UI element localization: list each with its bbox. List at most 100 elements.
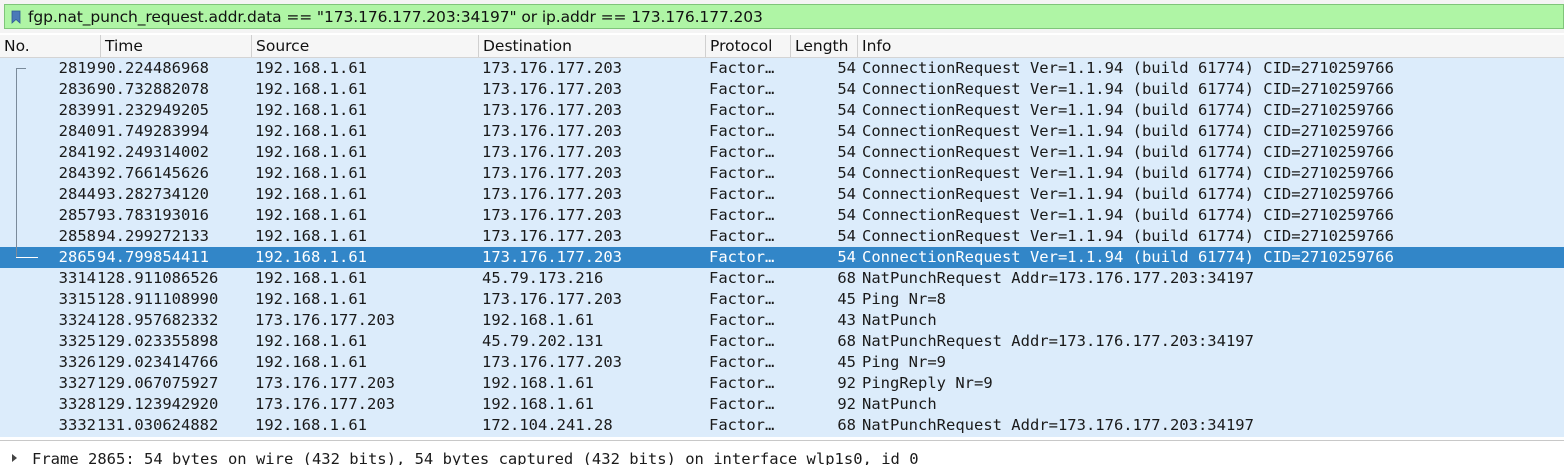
packet-row[interactable]: 3326 129.023414766 192.168.1.61 173.176.177… <box>0 352 1564 373</box>
column-header-no[interactable]: No. <box>0 35 101 57</box>
packet-number: 3324 <box>58 311 96 329</box>
packet-row[interactable]: 2840 91.749283994 192.168.1.61 173.176.177.… <box>0 121 1564 142</box>
frame-summary[interactable]: Frame 2865: 54 bytes on wire (432 bits),… <box>32 450 919 465</box>
packet-length: 54 <box>837 101 856 119</box>
packet-time: 94.299272133 <box>97 227 209 245</box>
packet-time: 94.799854411 <box>97 248 209 266</box>
display-filter-text: fgp.nat_punch_request.addr.data == "173.… <box>28 7 763 26</box>
packet-row[interactable]: 3324 128.957682332 173.176.177.203 192.168.… <box>0 310 1564 331</box>
packet-destination: 173.176.177.203 <box>482 143 622 161</box>
packet-row[interactable]: 2843 92.766145626 192.168.1.61 173.176.177.… <box>0 163 1564 184</box>
bookmark-icon[interactable] <box>7 5 25 28</box>
packet-protocol: Factor… <box>709 332 775 350</box>
packet-protocol: Factor… <box>709 80 775 98</box>
packet-length: 45 <box>837 290 856 308</box>
packet-info: ConnectionRequest Ver=1.1.94 (build 6177… <box>862 185 1394 203</box>
packet-destination: 173.176.177.203 <box>482 122 622 140</box>
packet-row[interactable]: 3314 128.911086526 192.168.1.61 45.79.173.2… <box>0 268 1564 289</box>
column-header-length[interactable]: Length <box>791 35 858 57</box>
packet-destination: 173.176.177.203 <box>482 185 622 203</box>
packet-protocol: Factor… <box>709 374 775 392</box>
packet-source: 192.168.1.61 <box>255 269 367 287</box>
packet-length: 54 <box>837 122 856 140</box>
packet-time: 93.783193016 <box>97 206 209 224</box>
packet-destination: 192.168.1.61 <box>482 374 594 392</box>
packet-protocol: Factor… <box>709 164 775 182</box>
column-header-destination[interactable]: Destination <box>479 35 706 57</box>
packet-row[interactable]: 2819 90.224486968 192.168.1.61 173.176.177.… <box>0 58 1564 79</box>
column-header-protocol[interactable]: Protocol <box>706 35 791 57</box>
packet-time: 128.911086526 <box>97 269 219 287</box>
packet-destination: 173.176.177.203 <box>482 248 622 266</box>
packet-time: 128.911108990 <box>97 290 219 308</box>
packet-length: 92 <box>837 374 856 392</box>
packet-row[interactable]: 2836 90.732882078 192.168.1.61 173.176.177.… <box>0 79 1564 100</box>
packet-source: 192.168.1.61 <box>255 227 367 245</box>
packet-source: 192.168.1.61 <box>255 290 367 308</box>
expand-arrow-icon[interactable] <box>12 454 17 462</box>
packet-source: 192.168.1.61 <box>255 80 367 98</box>
packet-protocol: Factor… <box>709 206 775 224</box>
packet-details-pane[interactable]: Frame 2865: 54 bytes on wire (432 bits),… <box>0 440 1564 465</box>
packet-row[interactable]: 2839 91.232949205 192.168.1.61 173.176.177.… <box>0 100 1564 121</box>
packet-row[interactable]: 3332 131.030624882 192.168.1.61 172.104.241… <box>0 415 1564 436</box>
column-header-time[interactable]: Time <box>101 35 252 57</box>
packet-info: NatPunchRequest Addr=173.176.177.203:341… <box>862 269 1254 287</box>
packet-protocol: Factor… <box>709 311 775 329</box>
column-header-info[interactable]: Info <box>858 35 1564 57</box>
packet-number: 2858 <box>58 227 96 245</box>
packet-length: 54 <box>837 206 856 224</box>
packet-protocol: Factor… <box>709 290 775 308</box>
packet-source: 192.168.1.61 <box>255 185 367 203</box>
packet-time: 129.067075927 <box>97 374 219 392</box>
packet-number: 2844 <box>58 185 96 203</box>
packet-length: 54 <box>837 80 856 98</box>
packet-info: ConnectionRequest Ver=1.1.94 (build 6177… <box>862 122 1394 140</box>
packet-time: 129.023414766 <box>97 353 219 371</box>
packet-row[interactable]: 2865 94.799854411 192.168.1.61 173.176.177.… <box>0 247 1564 268</box>
packet-length: 68 <box>837 269 856 287</box>
packet-number: 3327 <box>58 374 96 392</box>
packet-destination: 173.176.177.203 <box>482 80 622 98</box>
packet-info: ConnectionRequest Ver=1.1.94 (build 6177… <box>862 248 1394 266</box>
packet-protocol: Factor… <box>709 101 775 119</box>
packet-number: 3326 <box>58 353 96 371</box>
packet-info: ConnectionRequest Ver=1.1.94 (build 6177… <box>862 101 1394 119</box>
packet-destination: 173.176.177.203 <box>482 227 622 245</box>
packet-list[interactable]: 2819 90.224486968 192.168.1.61 173.176.177.… <box>0 58 1564 437</box>
packet-row[interactable]: 2841 92.249314002 192.168.1.61 173.176.177.… <box>0 142 1564 163</box>
packet-number: 3333 <box>10 436 96 437</box>
packet-row[interactable]: 2844 93.282734120 192.168.1.61 173.176.177.… <box>0 184 1564 205</box>
display-filter-input[interactable]: fgp.nat_punch_request.addr.data == "173.… <box>4 4 1564 29</box>
packet-number: 2857 <box>58 206 96 224</box>
packet-destination: 45.79.173.216 <box>482 269 604 287</box>
packet-destination: 173.176.177.203 <box>482 164 622 182</box>
packet-row[interactable]: 3325 129.023355898 192.168.1.61 45.79.202.1… <box>0 331 1564 352</box>
packet-info: ConnectionRequest Ver=1.1.94 (build 6177… <box>862 206 1394 224</box>
packet-length: 68 <box>837 416 856 434</box>
packet-row[interactable]: 3328 129.123942920 173.176.177.203 192.168.… <box>0 394 1564 415</box>
packet-length: 68 <box>837 332 856 350</box>
packet-row[interactable]: 3315 128.911108990 192.168.1.61 173.176.177… <box>0 289 1564 310</box>
packet-row[interactable]: 3333131.030644543 192.168.1.61 173.176.177… <box>0 436 1564 437</box>
packet-length: 92 <box>837 395 856 413</box>
packet-info: ConnectionRequest Ver=1.1.94 (build 6177… <box>862 227 1394 245</box>
packet-destination: 173.176.177.203 <box>482 59 622 77</box>
packet-destination: 45.79.202.131 <box>482 332 604 350</box>
packet-row[interactable]: 2857 93.783193016 192.168.1.61 173.176.177.… <box>0 205 1564 226</box>
packet-info: NatPunchRequest Addr=173.176.177.203:341… <box>862 416 1254 434</box>
packet-time: 92.249314002 <box>97 143 209 161</box>
packet-destination: 173.176.177.203 <box>482 290 622 308</box>
packet-destination: 173.176.177.203 <box>482 353 622 371</box>
packet-protocol: Factor… <box>709 353 775 371</box>
column-header-source[interactable]: Source <box>252 35 479 57</box>
packet-row[interactable]: 2858 94.299272133 192.168.1.61 173.176.177.… <box>0 226 1564 247</box>
packet-time: 90.224486968 <box>97 59 209 77</box>
packet-time: 90.732882078 <box>97 80 209 98</box>
packet-row[interactable]: 3327 129.067075927 173.176.177.203 192.168.… <box>0 373 1564 394</box>
conversation-bracket-end-tick <box>16 257 38 258</box>
packet-time: 128.957682332 <box>97 311 219 329</box>
packet-source: 192.168.1.61 <box>255 164 367 182</box>
packet-length: 54 <box>793 436 856 437</box>
packet-info: NatPunch <box>862 311 937 329</box>
